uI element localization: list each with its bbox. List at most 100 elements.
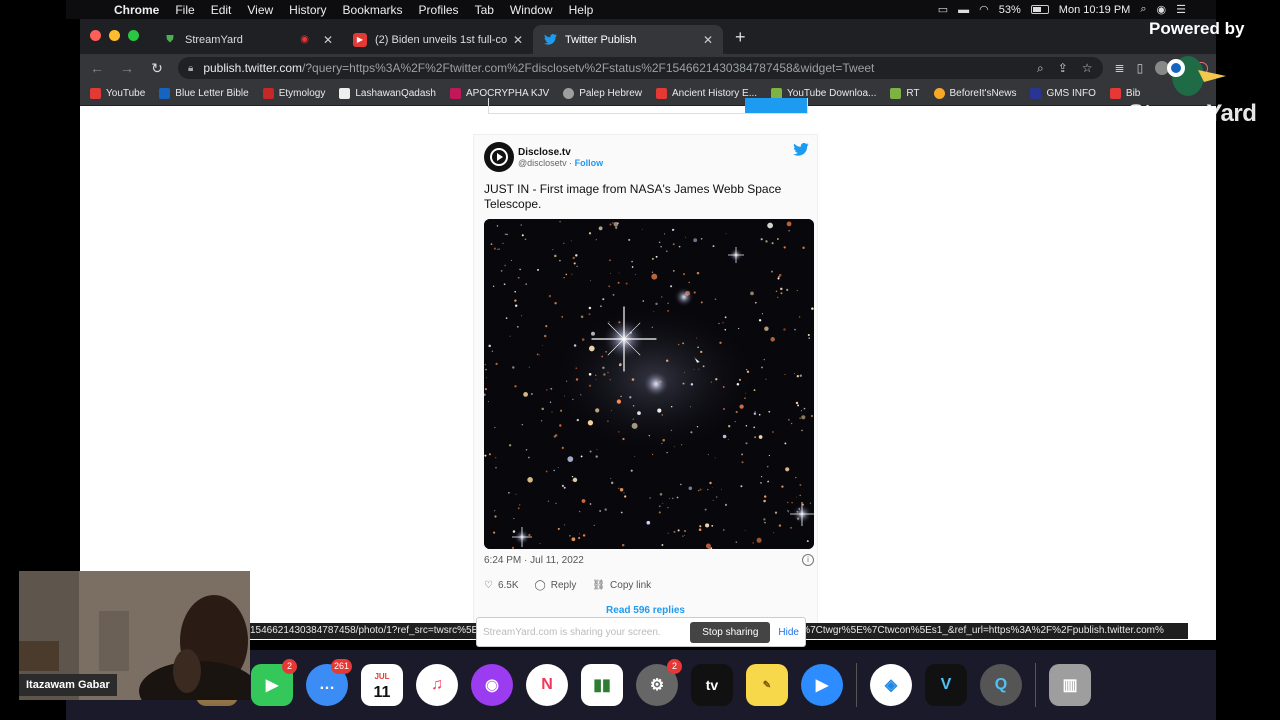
lock-icon[interactable]: 🔒︎ xyxy=(188,63,193,74)
tweet-author-handle[interactable]: @disclosetv xyxy=(518,158,567,168)
podcasts-app-icon[interactable]: ◉ xyxy=(471,664,513,706)
apple-tv-app-icon[interactable]: tv xyxy=(691,664,733,706)
menu-tab[interactable]: Tab xyxy=(467,3,502,17)
zoom-app-icon[interactable]: ▶ xyxy=(801,664,843,706)
calendar-month: JUL xyxy=(374,672,390,681)
facetime-badge: 2 xyxy=(282,659,297,674)
address-host: publish.twitter.com xyxy=(203,61,303,75)
zoom-icon[interactable]: ⌕ xyxy=(1037,61,1044,76)
tab-youtube[interactable]: ▶ (2) Biden unveils 1st full-color ✕ xyxy=(343,25,533,54)
settings-badge: 2 xyxy=(667,659,682,674)
menu-history[interactable]: History xyxy=(281,3,334,17)
menu-profiles[interactable]: Profiles xyxy=(411,3,467,17)
quicktime-app-icon[interactable]: Q xyxy=(980,664,1022,706)
siri-icon[interactable]: ◉ xyxy=(1157,3,1167,16)
bible-icon xyxy=(159,88,171,99)
reply-button[interactable]: ◯ Reply xyxy=(535,580,577,591)
menubar-clock[interactable]: Mon 10:19 PM xyxy=(1059,4,1131,16)
bookmark-rt[interactable]: RT xyxy=(890,88,920,99)
bookmark-blue-letter-bible[interactable]: Blue Letter Bible xyxy=(159,88,249,99)
embedded-tweet: Disclose.tv @disclosetv · Follow JUST IN… xyxy=(473,134,818,640)
twitter-bird-icon[interactable] xyxy=(793,142,809,161)
tab-title: Twitter Publish xyxy=(565,33,637,46)
copy-code-button[interactable] xyxy=(745,98,807,113)
menu-window[interactable]: Window xyxy=(502,3,561,17)
tweet-timestamp[interactable]: 6:24 PM · Jul 11, 2022 xyxy=(484,555,584,566)
safari-app-icon[interactable]: ◈ xyxy=(870,664,912,706)
bookmark-label: LashawanQadash xyxy=(355,88,436,99)
bookmark-gms-info[interactable]: GMS INFO xyxy=(1030,88,1096,99)
tab-close-icon[interactable]: ✕ xyxy=(703,33,713,47)
facetime-app-icon[interactable]: ▶ 2 xyxy=(251,659,297,706)
bookmark-label: Etymology xyxy=(278,88,326,99)
tab-twitter-publish[interactable]: Twitter Publish ✕ xyxy=(533,25,723,54)
battery-icon[interactable] xyxy=(1030,5,1049,14)
menu-view[interactable]: View xyxy=(239,3,281,17)
battery-percent: 53% xyxy=(998,3,1021,16)
bible-icon xyxy=(1109,88,1121,99)
forward-button[interactable]: → xyxy=(118,60,136,76)
bookmark-lashawanqadash[interactable]: LashawanQadash xyxy=(339,88,436,99)
tab-close-icon[interactable]: ✕ xyxy=(323,33,333,47)
bookmark-star-icon[interactable]: ☆ xyxy=(1082,61,1093,76)
bookmark-bib[interactable]: Bib xyxy=(1109,88,1141,99)
airplay-icon[interactable]: ▭ xyxy=(938,3,948,16)
zoom-window-button[interactable] xyxy=(128,30,139,41)
menu-bookmarks[interactable]: Bookmarks xyxy=(335,3,411,17)
spotlight-icon[interactable]: ⌕ xyxy=(1140,3,1146,16)
hide-button[interactable]: Hide xyxy=(778,627,799,638)
music-app-icon[interactable]: ♫ xyxy=(416,664,458,706)
reply-icon: ◯ xyxy=(534,580,546,591)
tab-streamyard[interactable]: ⛊ StreamYard ◉ ✕ xyxy=(153,25,343,54)
bookmark-label: Blue Letter Bible xyxy=(175,88,249,99)
flag-icon[interactable]: ▬ xyxy=(958,4,969,16)
like-button[interactable]: ♡ 6.5K xyxy=(484,580,519,591)
gms-icon xyxy=(1030,88,1042,99)
bookmark-etymology[interactable]: Etymology xyxy=(262,88,326,99)
bookmark-label: Bib xyxy=(1125,88,1141,99)
system-preferences-icon[interactable]: ⚙ 2 xyxy=(636,659,682,706)
news-app-icon[interactable]: N xyxy=(526,664,568,706)
wifi-icon[interactable]: ◠ xyxy=(979,3,989,16)
menu-help[interactable]: Help xyxy=(561,3,602,17)
control-center-icon[interactable]: ☰ xyxy=(1176,3,1186,16)
side-panel-icon[interactable]: ▯ xyxy=(1137,61,1144,75)
avatar[interactable] xyxy=(484,142,514,172)
address-bar[interactable]: 🔒︎ publish.twitter.com /?query=https%3A%… xyxy=(178,57,1103,79)
bookmark-beforeitsnews[interactable]: BeforeIt'sNews xyxy=(933,88,1016,99)
bookmark-youtube[interactable]: YouTube xyxy=(90,88,145,99)
info-icon[interactable]: i xyxy=(802,554,814,566)
book-icon xyxy=(450,88,461,99)
tab-close-icon[interactable]: ✕ xyxy=(513,33,523,47)
reload-button[interactable]: ↻ xyxy=(148,60,166,77)
d-icon xyxy=(339,88,351,99)
messages-app-icon[interactable]: … 261 xyxy=(306,659,352,706)
menu-chrome[interactable]: Chrome xyxy=(106,3,167,17)
calendar-day: 11 xyxy=(373,684,391,701)
back-button[interactable]: ← xyxy=(88,60,106,76)
browser-toolbar: ← → ↻ 🔒︎ publish.twitter.com /?query=htt… xyxy=(80,54,1216,82)
tweet-author-name[interactable]: Disclose.tv xyxy=(518,147,603,158)
copy-link-button[interactable]: ⛓ Copy link xyxy=(592,580,651,591)
mac-menubar: Chrome File Edit View History Bookmarks … xyxy=(66,0,1216,19)
tweet-header: Disclose.tv @disclosetv · Follow xyxy=(484,142,603,172)
streamyard-watermark: StreamYard xyxy=(1128,100,1257,127)
reading-list-icon[interactable]: ≣ xyxy=(1115,61,1125,75)
close-window-button[interactable] xyxy=(90,30,101,41)
minimize-window-button[interactable] xyxy=(109,30,120,41)
menu-file[interactable]: File xyxy=(167,3,202,17)
follow-link[interactable]: Follow xyxy=(575,158,604,168)
new-tab-button[interactable]: + xyxy=(723,27,758,54)
share-message: StreamYard.com is sharing your screen. xyxy=(483,626,661,638)
tweet-image[interactable] xyxy=(484,219,814,549)
tab-title: (2) Biden unveils 1st full-color xyxy=(375,33,507,46)
read-replies-link[interactable]: Read 596 replies xyxy=(474,605,817,616)
calendar-app-icon[interactable]: JUL 11 xyxy=(361,664,403,706)
numbers-app-icon[interactable]: ▮▮ xyxy=(581,664,623,706)
share-icon[interactable]: ⇪ xyxy=(1058,61,1068,76)
vpn-app-icon[interactable]: V xyxy=(925,664,967,706)
stop-sharing-button[interactable]: Stop sharing xyxy=(690,621,771,643)
stickies-app-icon[interactable]: ✎ xyxy=(746,664,788,706)
menu-edit[interactable]: Edit xyxy=(203,3,240,17)
trash-icon[interactable]: ▥ xyxy=(1049,664,1091,706)
